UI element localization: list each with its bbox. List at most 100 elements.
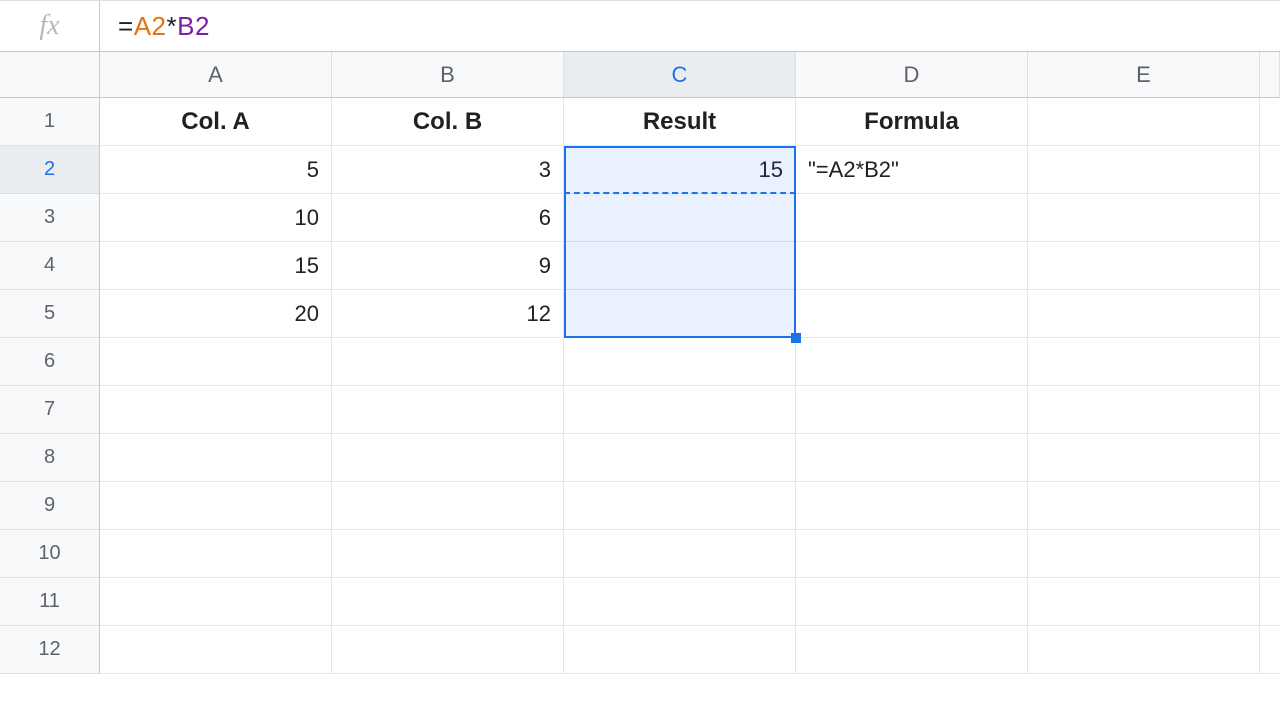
row-header-11[interactable]: 11 <box>0 578 100 626</box>
cell-b11[interactable] <box>332 578 564 626</box>
column-header-row: A B C D E <box>0 52 1280 98</box>
cell-f5[interactable] <box>1260 290 1280 338</box>
cell-a8[interactable] <box>100 434 332 482</box>
cell-d5[interactable] <box>796 290 1028 338</box>
cell-d2[interactable]: "=A2*B2" <box>796 146 1028 194</box>
cell-e11[interactable] <box>1028 578 1260 626</box>
cell-e7[interactable] <box>1028 386 1260 434</box>
cell-c4[interactable] <box>564 242 796 290</box>
cell-b4[interactable]: 9 <box>332 242 564 290</box>
cell-b12[interactable] <box>332 626 564 674</box>
cell-e2[interactable] <box>1028 146 1260 194</box>
row-header-6[interactable]: 6 <box>0 338 100 386</box>
cell-d10[interactable] <box>796 530 1028 578</box>
cell-c12[interactable] <box>564 626 796 674</box>
formula-input[interactable]: =A2*B2 <box>100 11 1280 42</box>
cell-c10[interactable] <box>564 530 796 578</box>
cell-c1[interactable]: Result <box>564 98 796 146</box>
cell-f4[interactable] <box>1260 242 1280 290</box>
cell-d4[interactable] <box>796 242 1028 290</box>
cell-a9[interactable] <box>100 482 332 530</box>
cell-f10[interactable] <box>1260 530 1280 578</box>
cell-b7[interactable] <box>332 386 564 434</box>
cell-a10[interactable] <box>100 530 332 578</box>
cell-f11[interactable] <box>1260 578 1280 626</box>
cell-b6[interactable] <box>332 338 564 386</box>
col-header-e[interactable]: E <box>1028 52 1260 97</box>
cell-e12[interactable] <box>1028 626 1260 674</box>
cell-e10[interactable] <box>1028 530 1260 578</box>
cell-a2[interactable]: 5 <box>100 146 332 194</box>
row-header-10[interactable]: 10 <box>0 530 100 578</box>
cell-b2[interactable]: 3 <box>332 146 564 194</box>
row-header-3[interactable]: 3 <box>0 194 100 242</box>
cell-d12[interactable] <box>796 626 1028 674</box>
cell-a4[interactable]: 15 <box>100 242 332 290</box>
cell-a7[interactable] <box>100 386 332 434</box>
col-header-d[interactable]: D <box>796 52 1028 97</box>
select-all-corner[interactable] <box>0 52 100 97</box>
cell-f1[interactable] <box>1260 98 1280 146</box>
spreadsheet-grid: A B C D E 1 Col. A Col. B Result Formula… <box>0 52 1280 674</box>
cell-d11[interactable] <box>796 578 1028 626</box>
cell-e3[interactable] <box>1028 194 1260 242</box>
row-header-2[interactable]: 2 <box>0 146 100 194</box>
cell-a5[interactable]: 20 <box>100 290 332 338</box>
cell-f6[interactable] <box>1260 338 1280 386</box>
cell-e6[interactable] <box>1028 338 1260 386</box>
cell-c7[interactable] <box>564 386 796 434</box>
cell-e1[interactable] <box>1028 98 1260 146</box>
row-5: 5 20 12 <box>0 290 1280 338</box>
cell-c2[interactable]: 15 <box>564 146 796 194</box>
cell-f2[interactable] <box>1260 146 1280 194</box>
fx-icon[interactable]: fx <box>0 1 100 51</box>
cell-c9[interactable] <box>564 482 796 530</box>
cell-c8[interactable] <box>564 434 796 482</box>
cell-e5[interactable] <box>1028 290 1260 338</box>
cell-c6[interactable] <box>564 338 796 386</box>
cell-e8[interactable] <box>1028 434 1260 482</box>
cell-b3[interactable]: 6 <box>332 194 564 242</box>
cell-d6[interactable] <box>796 338 1028 386</box>
cell-f7[interactable] <box>1260 386 1280 434</box>
cell-f12[interactable] <box>1260 626 1280 674</box>
cell-f3[interactable] <box>1260 194 1280 242</box>
cell-d9[interactable] <box>796 482 1028 530</box>
row-10: 10 <box>0 530 1280 578</box>
cell-c5[interactable] <box>564 290 796 338</box>
row-1: 1 Col. A Col. B Result Formula <box>0 98 1280 146</box>
cell-a12[interactable] <box>100 626 332 674</box>
col-header-b[interactable]: B <box>332 52 564 97</box>
cell-a6[interactable] <box>100 338 332 386</box>
fill-handle[interactable] <box>791 333 801 343</box>
cell-b8[interactable] <box>332 434 564 482</box>
col-header-a[interactable]: A <box>100 52 332 97</box>
cell-b10[interactable] <box>332 530 564 578</box>
cell-b1[interactable]: Col. B <box>332 98 564 146</box>
row-header-4[interactable]: 4 <box>0 242 100 290</box>
row-12: 12 <box>0 626 1280 674</box>
row-header-12[interactable]: 12 <box>0 626 100 674</box>
cell-e4[interactable] <box>1028 242 1260 290</box>
cell-d1[interactable]: Formula <box>796 98 1028 146</box>
cell-d8[interactable] <box>796 434 1028 482</box>
cell-a11[interactable] <box>100 578 332 626</box>
row-header-7[interactable]: 7 <box>0 386 100 434</box>
cell-b9[interactable] <box>332 482 564 530</box>
row-header-9[interactable]: 9 <box>0 482 100 530</box>
cell-a1[interactable]: Col. A <box>100 98 332 146</box>
cell-f9[interactable] <box>1260 482 1280 530</box>
cell-f8[interactable] <box>1260 434 1280 482</box>
cell-a3[interactable]: 10 <box>100 194 332 242</box>
cell-e9[interactable] <box>1028 482 1260 530</box>
col-header-c[interactable]: C <box>564 52 796 97</box>
cell-c11[interactable] <box>564 578 796 626</box>
cell-c3[interactable] <box>564 194 796 242</box>
row-header-1[interactable]: 1 <box>0 98 100 146</box>
row-header-8[interactable]: 8 <box>0 434 100 482</box>
cell-d7[interactable] <box>796 386 1028 434</box>
row-9: 9 <box>0 482 1280 530</box>
row-header-5[interactable]: 5 <box>0 290 100 338</box>
cell-d3[interactable] <box>796 194 1028 242</box>
cell-b5[interactable]: 12 <box>332 290 564 338</box>
